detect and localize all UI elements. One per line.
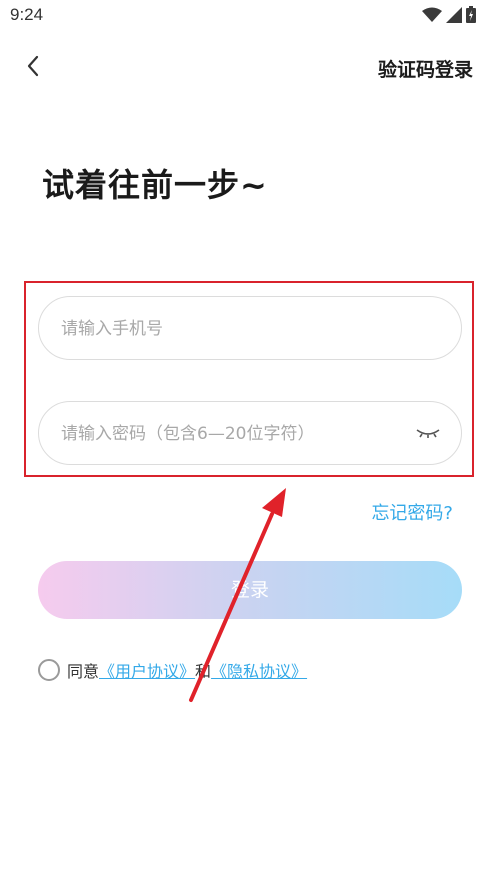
agree-conjunction: 和: [195, 662, 212, 681]
password-field[interactable]: [38, 401, 462, 466]
privacy-policy-link[interactable]: 《隐私协议》: [211, 658, 307, 682]
eye-closed-icon[interactable]: [415, 422, 441, 444]
chevron-left-icon: [27, 55, 39, 77]
agreement-row: 同意 《用户协议》 和 《隐私协议》: [38, 657, 307, 683]
password-input[interactable]: [59, 402, 413, 466]
user-agreement-link[interactable]: 《用户协议》: [99, 658, 195, 682]
forgot-password-link[interactable]: 忘记密码?: [371, 499, 453, 525]
phone-field[interactable]: [38, 296, 462, 361]
login-button[interactable]: 登录: [38, 561, 462, 619]
status-bar: 9:24: [0, 0, 500, 32]
agree-prefix: 同意: [67, 662, 100, 681]
page-title: 试着往前一步~: [42, 166, 268, 204]
wifi-icon: [422, 7, 442, 22]
agree-checkbox[interactable]: [38, 659, 60, 681]
header: 验证码登录: [0, 44, 500, 88]
cell-signal-icon: [446, 6, 462, 23]
battery-icon: [466, 6, 476, 23]
status-time: 9:24: [10, 5, 44, 24]
sms-login-link[interactable]: 验证码登录: [378, 55, 473, 82]
back-button[interactable]: [18, 50, 50, 82]
phone-input[interactable]: [59, 297, 413, 361]
status-icons: [422, 6, 476, 23]
